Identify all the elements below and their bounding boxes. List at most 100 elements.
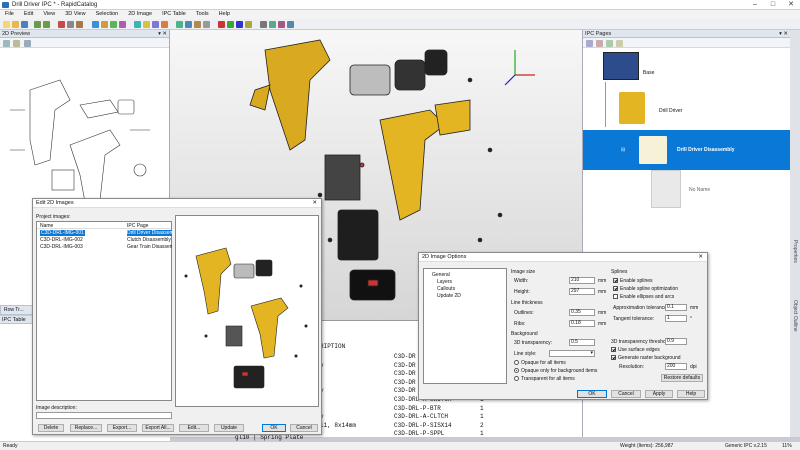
row-tab[interactable]: Row Tr... bbox=[0, 305, 34, 315]
cut-icon[interactable] bbox=[58, 21, 65, 28]
menu-help[interactable]: Help bbox=[214, 10, 235, 19]
edit-ok-button[interactable]: OK bbox=[262, 424, 286, 432]
resolution-input[interactable]: 200 bbox=[665, 363, 687, 370]
replace-button[interactable]: Replace... bbox=[70, 424, 102, 432]
bg-option-opaque-background[interactable]: Opaque only for background items bbox=[514, 368, 597, 374]
options-ok-button[interactable]: OK bbox=[577, 390, 607, 398]
spline-optimization-checkbox[interactable] bbox=[613, 286, 618, 292]
copy-page-icon[interactable] bbox=[606, 40, 613, 47]
table-row[interactable]: C3D-DRL-P-SPPL 1 bbox=[320, 430, 570, 439]
redo-icon[interactable] bbox=[43, 21, 50, 28]
delete-button[interactable]: Delete bbox=[38, 424, 64, 432]
image-row-2[interactable]: C3D-DRL-IMG-002 Clutch Disassembly bbox=[37, 236, 171, 243]
export-icon[interactable] bbox=[287, 21, 294, 28]
outlines-input[interactable]: 0.35 bbox=[569, 309, 595, 316]
menu-tools[interactable]: Tools bbox=[191, 10, 214, 19]
bg-option-transparent-all[interactable]: Transparent for all items bbox=[514, 376, 575, 382]
project-images-list[interactable]: Name IPC Page C3D-DRL-IMG-001 Drill Driv… bbox=[36, 221, 172, 401]
render-icon[interactable] bbox=[161, 21, 168, 28]
menu-selection[interactable]: Selection bbox=[91, 10, 124, 19]
side-tab-object-outline[interactable]: Object Outline bbox=[792, 300, 798, 332]
drill-driver-thumbnail[interactable] bbox=[619, 92, 645, 124]
restore-defaults-button[interactable]: Restore defaults bbox=[661, 374, 703, 382]
view-front-icon[interactable] bbox=[176, 21, 183, 28]
ipc-node-drill-driver[interactable]: Drill Driver bbox=[659, 108, 682, 114]
open-icon[interactable] bbox=[12, 21, 19, 28]
options-cancel-button[interactable]: Cancel bbox=[611, 390, 641, 398]
image-row-3[interactable]: C3D-DRL-IMG-003 Gear Train Disassembl... bbox=[37, 243, 172, 250]
explode-icon[interactable] bbox=[134, 21, 141, 28]
enable-splines-option[interactable]: Enable splines bbox=[613, 278, 653, 284]
new-icon[interactable] bbox=[3, 21, 10, 28]
trail-icon[interactable] bbox=[143, 21, 150, 28]
options-dialog-close-icon[interactable]: ✕ bbox=[698, 253, 703, 262]
use-surface-edges-checkbox[interactable] bbox=[611, 347, 616, 353]
edit-dialog-close-icon[interactable]: ✕ bbox=[312, 199, 317, 208]
fit-icon[interactable] bbox=[3, 40, 10, 47]
enable-splines-checkbox[interactable] bbox=[613, 278, 618, 284]
move-icon[interactable] bbox=[101, 21, 108, 28]
width-input[interactable]: 210 bbox=[569, 277, 595, 284]
view-iso-icon[interactable] bbox=[203, 21, 210, 28]
radio-opaque-background[interactable] bbox=[514, 368, 519, 374]
material-icon[interactable] bbox=[227, 21, 234, 28]
ribs-input[interactable]: 0.18 bbox=[569, 320, 595, 327]
spline-optimization-option[interactable]: Enable spline optimization bbox=[613, 286, 678, 292]
menu-file[interactable]: File bbox=[0, 10, 19, 19]
menu-ipc-table[interactable]: IPC Table bbox=[157, 10, 191, 19]
table-row[interactable]: yC3D-DRL-A-CLTCH1 bbox=[320, 413, 570, 422]
delete-page-icon[interactable] bbox=[596, 40, 603, 47]
preview-panel-pin[interactable]: ▾ ✕ bbox=[158, 30, 167, 38]
ipc-node-base[interactable]: Base bbox=[643, 70, 654, 76]
tree-general[interactable]: General bbox=[432, 272, 450, 278]
update-button[interactable]: Update bbox=[214, 424, 244, 432]
menu-3d-view[interactable]: 3D View bbox=[60, 10, 90, 19]
close-button[interactable]: ✕ bbox=[782, 0, 800, 10]
zoom-icon[interactable] bbox=[119, 21, 126, 28]
expand-icon[interactable]: ⊟ bbox=[621, 147, 625, 153]
transparency-input[interactable]: 0.5 bbox=[569, 339, 595, 346]
ipc-pages-close-icon[interactable]: ▾ ✕ bbox=[779, 30, 788, 38]
options-help-button[interactable]: Help bbox=[677, 390, 705, 398]
radio-transparent-all[interactable] bbox=[514, 376, 519, 382]
radio-opaque-all[interactable] bbox=[514, 360, 519, 366]
preview-drawing[interactable] bbox=[0, 50, 168, 210]
select-icon[interactable] bbox=[92, 21, 99, 28]
minimize-button[interactable]: – bbox=[746, 0, 764, 10]
base-thumbnail[interactable] bbox=[603, 52, 639, 80]
move-page-icon[interactable] bbox=[616, 40, 623, 47]
add-page-icon[interactable] bbox=[586, 40, 593, 47]
tree-callouts[interactable]: Callouts bbox=[437, 286, 455, 292]
view-side-icon[interactable] bbox=[194, 21, 201, 28]
ipc-node-no-name[interactable]: No Name bbox=[689, 187, 710, 193]
callout-icon[interactable] bbox=[152, 21, 159, 28]
ipc-node-selected-row[interactable]: Drill Driver Disassembly ⊟ bbox=[583, 130, 790, 170]
bg-option-opaque-all[interactable]: Opaque for all items bbox=[514, 360, 566, 366]
line-style-select[interactable]: ▾ bbox=[549, 350, 595, 357]
menu-edit[interactable]: Edit bbox=[19, 10, 38, 19]
transparency-threshold-input[interactable]: 0.9 bbox=[665, 338, 687, 345]
view-top-icon[interactable] bbox=[185, 21, 192, 28]
image-row-1[interactable]: C3D-DRL-IMG-001 Drill Driver Disassembly bbox=[37, 229, 172, 236]
measure-icon[interactable] bbox=[269, 21, 276, 28]
tree-update-2d[interactable]: Update 2D bbox=[437, 293, 461, 299]
light-icon[interactable] bbox=[236, 21, 243, 28]
generate-raster-checkbox[interactable] bbox=[611, 355, 616, 361]
table-row[interactable]: l1, 8x14mm C3D-DRL-P-SISX14 2 bbox=[320, 422, 570, 431]
options-apply-button[interactable]: Apply bbox=[645, 390, 673, 398]
menu-view[interactable]: View bbox=[38, 10, 60, 19]
camera-icon[interactable] bbox=[245, 21, 252, 28]
export-button[interactable]: Export... bbox=[107, 424, 137, 432]
edit-button[interactable]: Edit... bbox=[179, 424, 209, 432]
edit-cancel-button[interactable]: Cancel bbox=[290, 424, 318, 432]
paste-icon[interactable] bbox=[76, 21, 83, 28]
tangent-tolerance-input[interactable]: 1 bbox=[665, 315, 687, 322]
color-icon[interactable] bbox=[218, 21, 225, 28]
tree-layers[interactable]: Layers bbox=[437, 279, 452, 285]
rotate-icon[interactable] bbox=[110, 21, 117, 28]
approx-tolerance-input[interactable]: 0.1 bbox=[665, 304, 687, 311]
height-input[interactable]: 297 bbox=[569, 288, 595, 295]
menu-2d-image[interactable]: 2D Image bbox=[123, 10, 157, 19]
side-tab-properties[interactable]: Properties bbox=[792, 240, 798, 263]
image-description-input[interactable] bbox=[36, 412, 172, 419]
